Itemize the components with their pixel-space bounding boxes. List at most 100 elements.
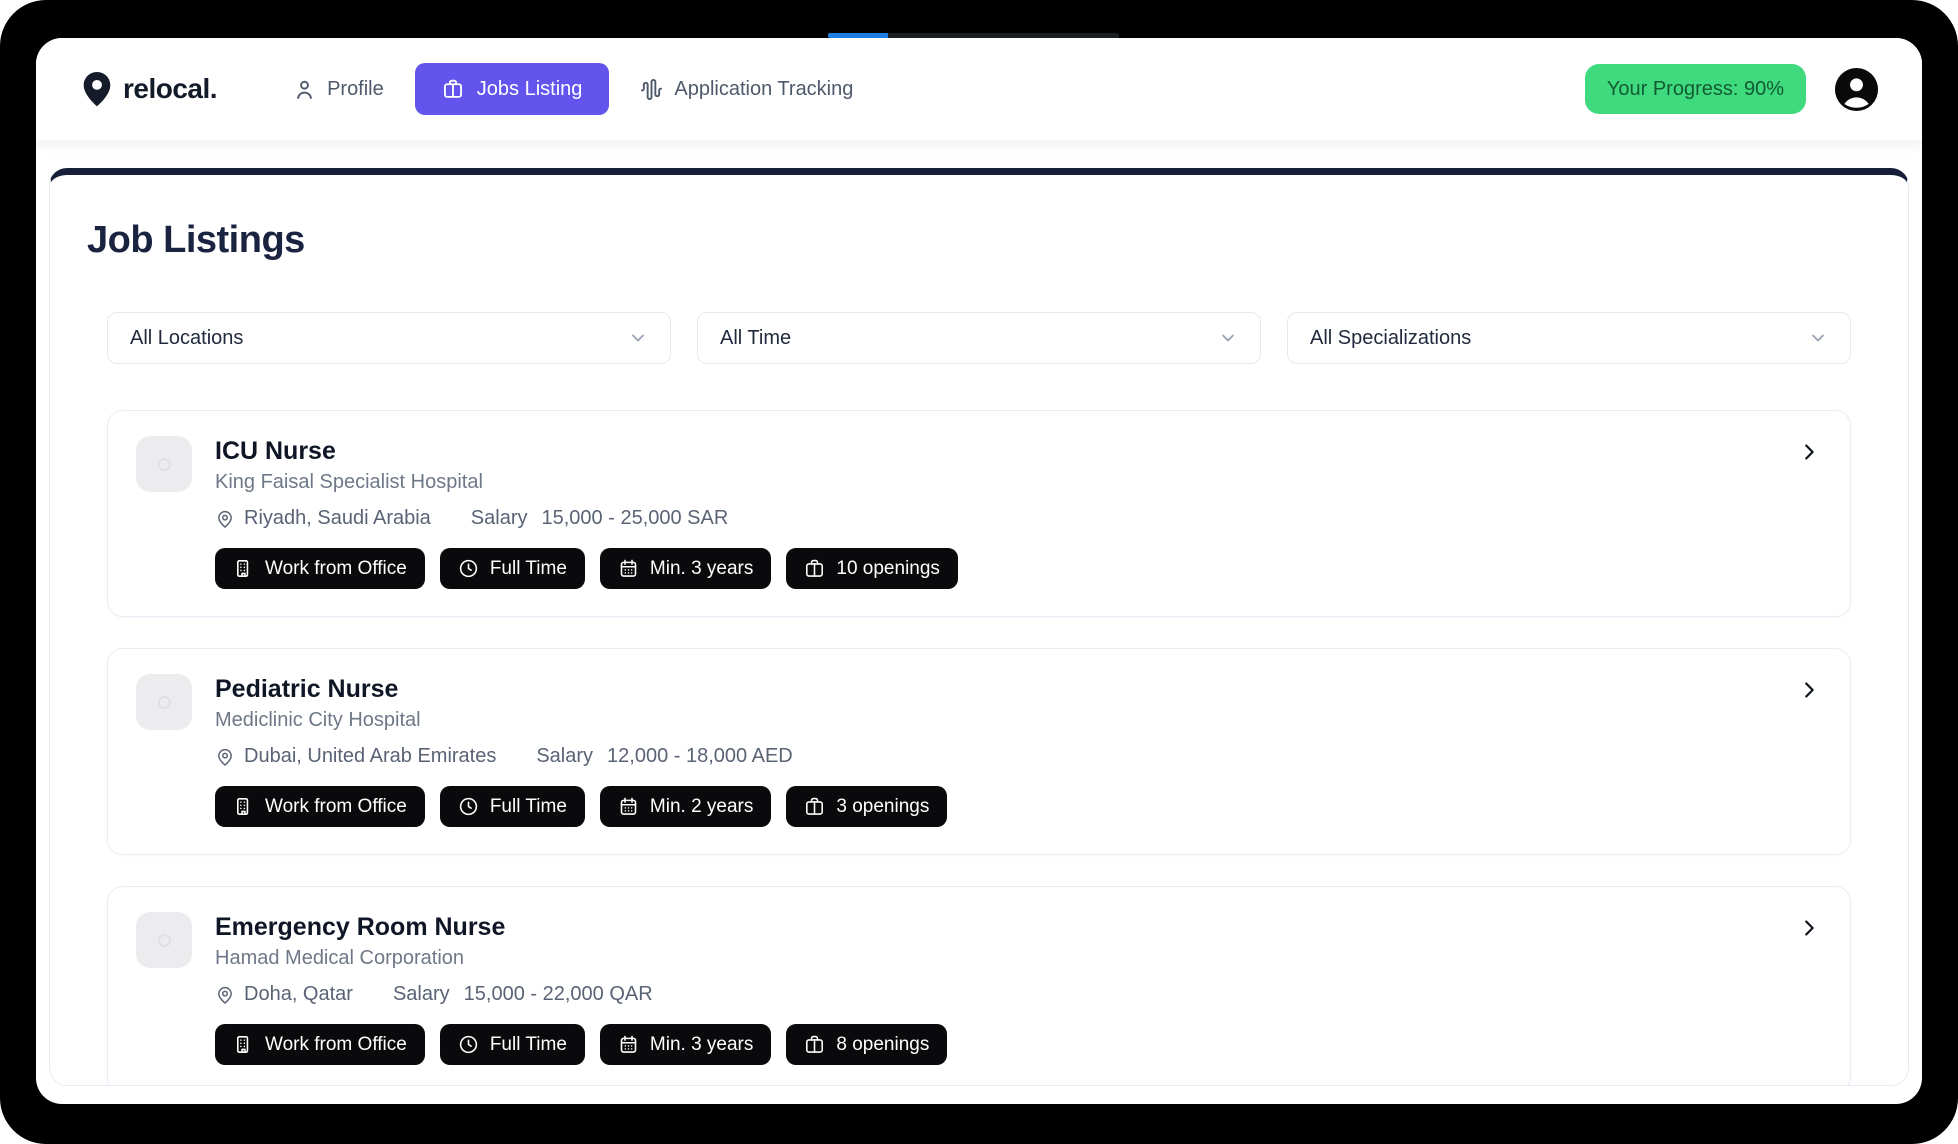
job-title: Emergency Room Nurse [215,912,653,942]
map-pin-icon [215,747,235,767]
salary-value: 12,000 - 18,000 AED [607,745,793,768]
briefcase-icon [804,796,825,817]
brand-logo: relocal. [78,65,217,113]
chevron-right-icon[interactable] [1798,679,1820,701]
badge-label: 3 openings [836,796,929,818]
person-icon [293,78,316,101]
salary-label: Salary [536,745,593,768]
main-nav: Profile Jobs Listing Application Trackin… [293,63,853,115]
employment-type-badge: Full Time [440,786,585,827]
device-frame: relocal. Profile Jobs Listing [0,0,1958,1144]
loading-bar-track [888,33,1119,38]
app-window: relocal. Profile Jobs Listing [36,38,1922,1104]
experience-badge: Min. 2 years [600,786,771,827]
building-icon [233,1034,254,1055]
employment-type-badge: Full Time [440,1024,585,1065]
job-location: Riyadh, Saudi Arabia [244,507,431,530]
loading-bar [828,33,1119,38]
badge-label: Work from Office [265,1034,407,1056]
clock-icon [458,558,479,579]
job-card[interactable]: Emergency Room Nurse Hamad Medical Corpo… [107,886,1851,1086]
nav-item-application-tracking[interactable]: Application Tracking [640,78,853,101]
map-pin-logo-icon [78,65,116,113]
nav-item-profile[interactable]: Profile [293,78,384,101]
page-title: Job Listings [87,219,1851,262]
brand-name: relocal. [123,73,217,105]
calendar-icon [618,796,639,817]
badge-label: 8 openings [836,1034,929,1056]
chevron-right-icon[interactable] [1798,441,1820,463]
openings-badge: 3 openings [786,786,947,827]
job-company: Hamad Medical Corporation [215,947,653,970]
job-company: King Faisal Specialist Hospital [215,471,728,494]
salary-value: 15,000 - 25,000 SAR [542,507,729,530]
progress-badge: Your Progress: 90% [1585,64,1806,114]
briefcase-icon [804,1034,825,1055]
filters-row: All Locations All Time All Specializatio… [107,312,1851,364]
job-badges: Work from Office Full Time Min. 2 years [215,786,1822,827]
badge-label: Min. 2 years [650,796,753,818]
chevron-down-icon [1218,328,1238,348]
map-pin-icon [215,985,235,1005]
briefcase-icon [804,558,825,579]
avatar[interactable] [1833,66,1880,113]
openings-badge: 10 openings [786,548,958,589]
experience-badge: Min. 3 years [600,548,771,589]
job-card[interactable]: ICU Nurse King Faisal Specialist Hospita… [107,410,1851,617]
nav-item-label: Profile [327,78,384,101]
clock-icon [458,796,479,817]
specialization-filter-select[interactable]: All Specializations [1287,312,1851,364]
badge-label: Full Time [490,558,567,580]
work-mode-badge: Work from Office [215,786,425,827]
salary-value: 15,000 - 22,000 QAR [464,983,653,1006]
badge-label: Min. 3 years [650,558,753,580]
top-navigation-bar: relocal. Profile Jobs Listing [36,38,1922,140]
job-listings-panel: Job Listings All Locations All Time All … [49,168,1909,1086]
employment-type-badge: Full Time [440,548,585,589]
chevron-down-icon [1808,328,1828,348]
badge-label: Work from Office [265,558,407,580]
company-logo-placeholder [136,912,192,968]
calendar-icon [618,1034,639,1055]
badge-label: Work from Office [265,796,407,818]
work-mode-badge: Work from Office [215,548,425,589]
location-filter-select[interactable]: All Locations [107,312,671,364]
loading-bar-progress [828,33,888,38]
work-mode-badge: Work from Office [215,1024,425,1065]
select-value: All Specializations [1310,327,1471,350]
job-location: Doha, Qatar [244,983,353,1006]
building-icon [233,796,254,817]
badge-label: Full Time [490,796,567,818]
select-value: All Locations [130,327,243,350]
nav-item-label: Jobs Listing [477,78,583,101]
salary-label: Salary [393,983,450,1006]
company-logo-placeholder [136,436,192,492]
experience-badge: Min. 3 years [600,1024,771,1065]
nav-item-jobs-listing[interactable]: Jobs Listing [415,63,610,115]
building-icon [233,558,254,579]
chevron-down-icon [628,328,648,348]
job-title: Pediatric Nurse [215,674,793,704]
briefcase-icon [442,78,464,100]
badge-label: Min. 3 years [650,1034,753,1056]
job-badges: Work from Office Full Time Min. 3 years [215,1024,1822,1065]
company-logo-placeholder [136,674,192,730]
job-company: Mediclinic City Hospital [215,709,793,732]
job-card[interactable]: Pediatric Nurse Mediclinic City Hospital… [107,648,1851,855]
job-badges: Work from Office Full Time Min. 3 years [215,548,1822,589]
time-filter-select[interactable]: All Time [697,312,1261,364]
chevron-right-icon[interactable] [1798,917,1820,939]
map-pin-icon [215,509,235,529]
badge-label: Full Time [490,1034,567,1056]
badge-label: 10 openings [836,558,940,580]
select-value: All Time [720,327,791,350]
waveform-icon [640,78,663,101]
nav-item-label: Application Tracking [674,78,853,101]
main-content: Job Listings All Locations All Time All … [36,140,1922,1104]
calendar-icon [618,558,639,579]
job-cards-list: ICU Nurse King Faisal Specialist Hospita… [107,410,1851,1086]
job-title: ICU Nurse [215,436,728,466]
salary-label: Salary [471,507,528,530]
job-location: Dubai, United Arab Emirates [244,745,496,768]
clock-icon [458,1034,479,1055]
